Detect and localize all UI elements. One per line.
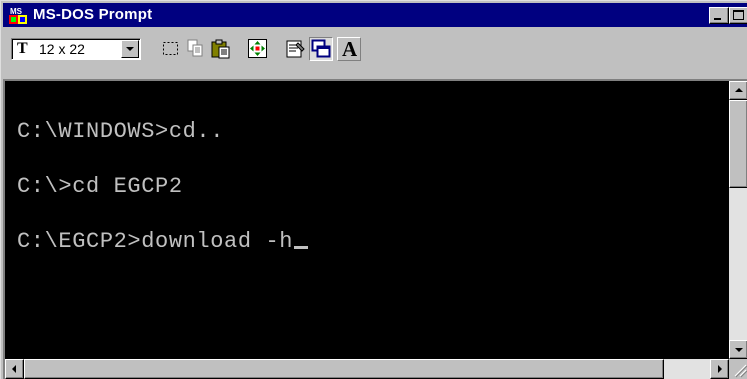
console-line-current: C:\EGCP2>download -h (17, 229, 309, 254)
horizontal-scroll-thumb[interactable] (24, 359, 664, 379)
svg-text:MS: MS (10, 7, 23, 16)
paste-icon (211, 39, 230, 59)
font-size-dropdown[interactable]: T 12 x 22 (11, 38, 141, 60)
resize-grip[interactable] (729, 359, 747, 379)
full-screen-button[interactable] (246, 37, 270, 61)
scroll-down-button[interactable] (729, 340, 747, 359)
vertical-scrollbar[interactable] (729, 81, 747, 359)
maximize-icon (733, 10, 744, 20)
copy-icon (187, 39, 203, 57)
console-output[interactable]: C:\WINDOWS>cd.. C:\>cd EGCP2 C:\EGCP2>do… (5, 81, 729, 359)
copy-button[interactable] (184, 37, 208, 61)
window-title: MS-DOS Prompt (33, 6, 153, 23)
ms-dos-window: MS MS-DOS Prompt T 12 x 22 A C:\WINDOWS>… (0, 0, 747, 379)
mark-button[interactable] (159, 37, 183, 61)
vertical-scroll-thumb[interactable] (729, 100, 747, 188)
minimize-icon (714, 18, 721, 20)
ms-dos-icon: MS (9, 6, 27, 24)
mark-icon (163, 42, 178, 55)
background-icon (311, 39, 331, 58)
chevron-down-icon[interactable] (121, 40, 139, 58)
title-bar[interactable]: MS MS-DOS Prompt (3, 3, 747, 27)
console-line: C:\>cd EGCP2 (17, 174, 183, 199)
scroll-right-button[interactable] (710, 359, 729, 379)
truetype-font-icon: T (17, 40, 28, 58)
paste-button[interactable] (209, 37, 233, 61)
font-size-value: 12 x 22 (39, 41, 85, 57)
scroll-left-button[interactable] (5, 359, 24, 379)
resize-grip-icon (734, 364, 747, 378)
text-cursor (294, 246, 309, 249)
minimize-button[interactable] (709, 7, 729, 24)
toolbar: T 12 x 22 A (3, 29, 747, 71)
maximize-button[interactable] (729, 7, 747, 24)
properties-icon (286, 40, 305, 58)
full-screen-icon (248, 39, 267, 58)
horizontal-scrollbar[interactable] (5, 359, 729, 379)
font-icon: A (342, 37, 358, 61)
console-line: C:\EGCP2>download -h (17, 229, 294, 254)
properties-button[interactable] (284, 37, 308, 61)
background-button[interactable] (309, 37, 333, 61)
font-button[interactable]: A (337, 37, 361, 61)
font-glyph: T (17, 40, 28, 57)
scroll-up-button[interactable] (729, 81, 747, 100)
console-line: C:\WINDOWS>cd.. (17, 119, 225, 144)
